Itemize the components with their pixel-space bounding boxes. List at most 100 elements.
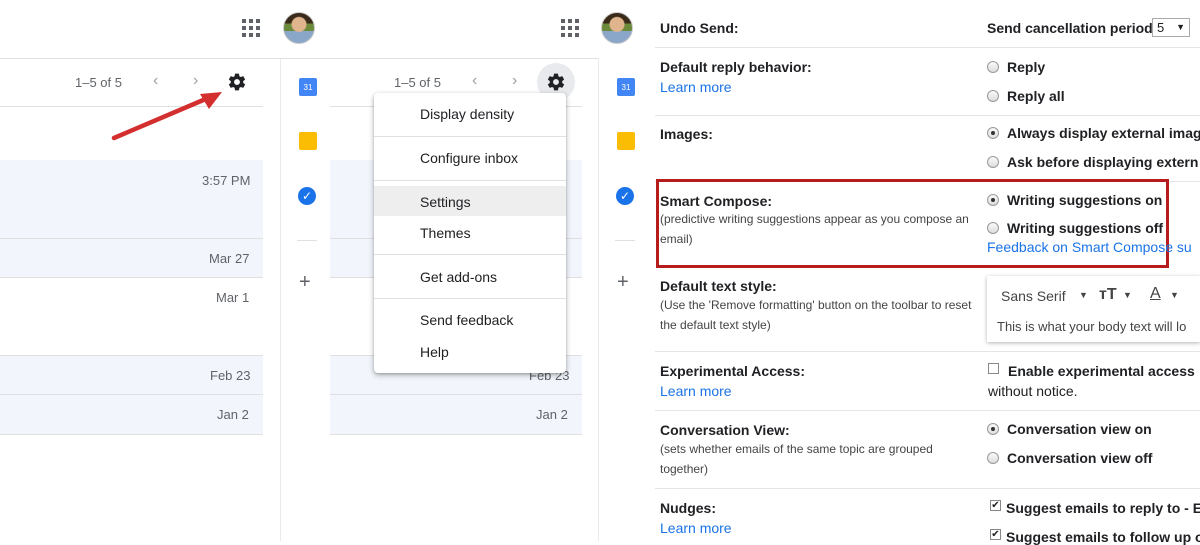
suggest-follow-up-checkbox[interactable]: ✔ <box>990 529 1001 540</box>
keep-icon[interactable] <box>617 132 635 150</box>
settings-menu: Display density Configure inbox Settings… <box>374 93 566 373</box>
email-date: 3:57 PM <box>202 173 251 188</box>
writing-suggestions-on-label: Writing suggestions on <box>1007 192 1163 208</box>
font-size-icon[interactable]: тT <box>1099 286 1117 304</box>
header-divider <box>0 58 280 59</box>
side-divider <box>297 240 317 241</box>
apps-grid-icon[interactable] <box>242 19 260 37</box>
settings-divider <box>655 351 1200 352</box>
always-display-images-label: Always display external imag <box>1007 125 1200 141</box>
settings-divider <box>655 410 1200 411</box>
menu-item-configure-inbox[interactable]: Configure inbox <box>374 150 566 166</box>
smart-compose-description: (predictive writing suggestions appear a… <box>660 212 969 246</box>
menu-divider <box>374 298 566 299</box>
calendar-icon[interactable]: 31 <box>299 78 317 96</box>
menu-divider <box>374 254 566 255</box>
side-panel-divider <box>280 58 281 541</box>
chevron-left-icon[interactable]: ‹ <box>472 72 477 90</box>
gear-icon <box>228 73 246 91</box>
calendar-icon[interactable]: 31 <box>617 78 635 96</box>
apps-grid-icon[interactable] <box>561 19 579 37</box>
avatar[interactable] <box>601 12 633 44</box>
menu-item-help[interactable]: Help <box>374 344 566 360</box>
keep-icon[interactable] <box>299 132 317 150</box>
experimental-access-note: without notice. <box>988 383 1078 399</box>
text-style-label: Default text style: <box>660 278 777 294</box>
send-cancellation-select[interactable]: 5 ▼ <box>1152 18 1190 37</box>
row-divider <box>330 394 582 395</box>
email-date: Feb 23 <box>210 368 251 383</box>
chevron-right-icon[interactable]: › <box>512 72 517 90</box>
text-style-description: (Use the 'Remove formatting' button on t… <box>660 298 972 332</box>
pagination-count: 1–5 of 5 <box>394 75 441 90</box>
images-label: Images: <box>660 126 713 142</box>
send-cancellation-value: 5 <box>1157 20 1165 35</box>
add-addon-icon[interactable]: + <box>299 271 311 294</box>
settings-divider <box>655 47 1200 48</box>
font-dropdown-arrow-icon[interactable]: ▼ <box>1079 290 1088 300</box>
color-dropdown-arrow-icon[interactable]: ▼ <box>1170 290 1179 300</box>
email-date: Jan 2 <box>217 407 249 422</box>
email-date: Jan 2 <box>536 407 568 422</box>
conversation-view-label: Conversation View: <box>660 422 790 438</box>
email-date: Mar 1 <box>216 290 250 305</box>
ask-before-images-label: Ask before displaying extern <box>1007 154 1199 170</box>
always-display-images-radio[interactable] <box>987 127 999 139</box>
ask-before-images-radio[interactable] <box>987 156 999 168</box>
suggest-reply-checkbox[interactable]: ✔ <box>990 500 1001 511</box>
smart-compose-feedback-link[interactable]: Feedback on Smart Compose su <box>987 239 1192 255</box>
menu-item-settings[interactable]: Settings <box>374 194 566 210</box>
writing-suggestions-on-radio[interactable] <box>987 194 999 206</box>
side-panel-divider <box>598 58 599 541</box>
add-addon-icon[interactable]: + <box>617 271 629 294</box>
menu-item-get-addons[interactable]: Get add-ons <box>374 269 566 285</box>
reply-behavior-label: Default reply behavior: <box>660 59 812 75</box>
conversation-view-off-radio[interactable] <box>987 452 999 464</box>
email-row[interactable] <box>0 160 263 238</box>
reply-all-option-label: Reply all <box>1007 88 1065 104</box>
conversation-view-description: (sets whether emails of the same topic a… <box>660 442 933 476</box>
reply-all-radio[interactable] <box>987 90 999 102</box>
experimental-access-option: Enable experimental access <box>1008 363 1195 379</box>
tasks-icon[interactable]: ✓ <box>298 187 316 205</box>
avatar[interactable] <box>283 12 315 44</box>
menu-item-display-density[interactable]: Display density <box>374 106 566 122</box>
conversation-view-on-label: Conversation view on <box>1007 421 1152 437</box>
gear-icon <box>547 73 565 91</box>
reply-option-label: Reply <box>1007 59 1046 75</box>
size-dropdown-arrow-icon[interactable]: ▼ <box>1123 290 1132 300</box>
text-style-preview: This is what your body text will lo <box>997 319 1187 334</box>
smart-compose-label: Smart Compose: <box>660 193 773 209</box>
row-divider <box>0 394 263 395</box>
row-divider <box>0 434 263 435</box>
suggest-follow-up-label: Suggest emails to follow up o <box>1006 529 1200 545</box>
conversation-view-on-radio[interactable] <box>987 423 999 435</box>
row-divider <box>0 277 263 278</box>
tasks-icon[interactable]: ✓ <box>616 187 634 205</box>
menu-item-send-feedback[interactable]: Send feedback <box>374 312 566 328</box>
font-family-select[interactable]: Sans Serif <box>1001 288 1066 304</box>
header-divider <box>280 58 598 59</box>
reply-learn-more-link[interactable]: Learn more <box>660 79 732 95</box>
email-date: Mar 27 <box>209 251 250 266</box>
side-divider <box>615 240 635 241</box>
row-divider <box>330 434 582 435</box>
experimental-access-checkbox[interactable] <box>988 363 999 374</box>
reply-radio[interactable] <box>987 61 999 73</box>
conversation-view-off-label: Conversation view off <box>1007 450 1153 466</box>
dropdown-arrow-icon: ▼ <box>1176 22 1185 32</box>
menu-divider <box>374 136 566 137</box>
suggest-reply-label: Suggest emails to reply to - E <box>1006 500 1200 516</box>
settings-divider <box>655 115 1200 116</box>
writing-suggestions-off-label: Writing suggestions off <box>1007 220 1164 236</box>
menu-item-themes[interactable]: Themes <box>374 225 566 241</box>
text-color-icon[interactable]: A <box>1150 285 1161 303</box>
nudges-learn-more-link[interactable]: Learn more <box>660 520 732 536</box>
experimental-learn-more-link[interactable]: Learn more <box>660 383 732 399</box>
undo-send-label: Undo Send: <box>660 20 739 36</box>
settings-divider <box>655 488 1200 489</box>
send-cancellation-label: Send cancellation period: <box>987 20 1158 36</box>
text-style-editor: Sans Serif ▼ тT ▼ A ▼ This is what your … <box>987 276 1200 342</box>
writing-suggestions-off-radio[interactable] <box>987 222 999 234</box>
experimental-access-label: Experimental Access: <box>660 363 805 379</box>
